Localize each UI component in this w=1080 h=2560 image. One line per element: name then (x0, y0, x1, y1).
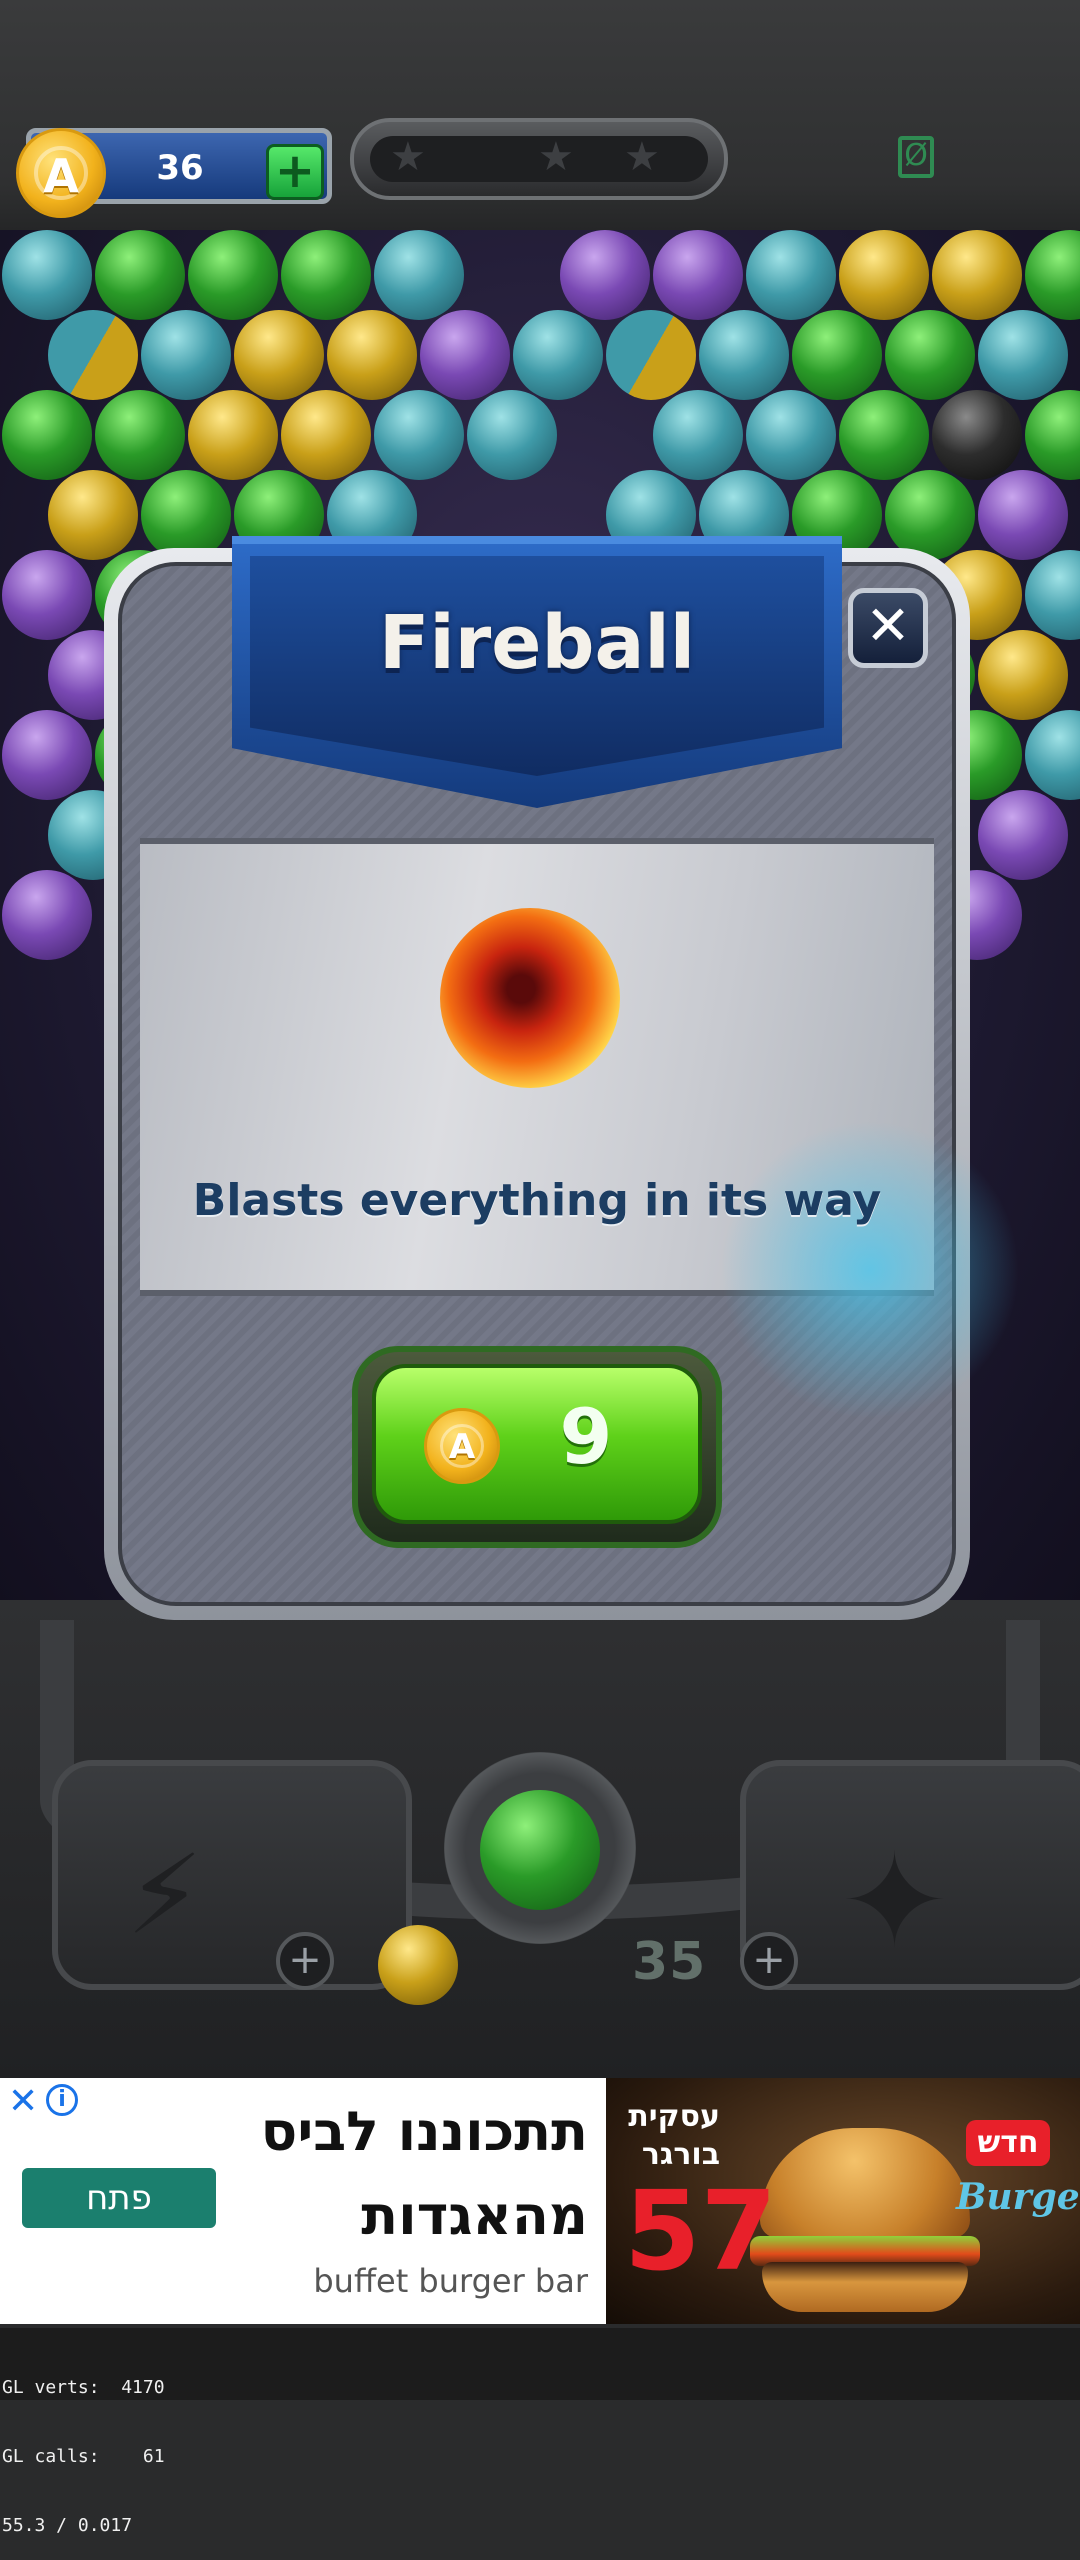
coin-glyph: A (34, 146, 88, 202)
bubble (234, 310, 324, 400)
buy-price: 9 (559, 1392, 613, 1481)
bubble (885, 470, 975, 560)
bubble (95, 390, 185, 480)
bubble (932, 230, 1022, 320)
bubble (978, 470, 1068, 560)
bubble (1025, 710, 1080, 800)
bubble (2, 710, 92, 800)
left-booster-pad[interactable] (52, 1760, 412, 1990)
bubble (513, 310, 603, 400)
buy-fireball-button[interactable] (372, 1364, 702, 1524)
ad-advertiser: buffet burger bar (313, 2262, 588, 2300)
bubble (978, 790, 1068, 880)
bubble (374, 390, 464, 480)
bubble (141, 470, 231, 560)
glow-effect (720, 1120, 1020, 1420)
bubble (1025, 230, 1080, 320)
bubble (560, 230, 650, 320)
debug-stats: GL verts: 4170 GL calls: 61 55.3 / 0.017 (2, 2330, 165, 2560)
shots-left-count: 35 (632, 1932, 707, 1992)
price-coin-icon: A (424, 1408, 500, 1484)
add-coins-button[interactable]: + (266, 144, 324, 200)
bubble (978, 310, 1068, 400)
ad-close-icon[interactable]: ✕ (8, 2084, 38, 2120)
bubble (95, 230, 185, 320)
bubble (2, 230, 92, 320)
shooter-bubble[interactable] (480, 1790, 600, 1910)
bubble (653, 230, 743, 320)
bubble (2, 550, 92, 640)
modal-description: Blasts everything in its way (192, 1175, 882, 1226)
ad-image-caption: עסקית בורגר (620, 2098, 720, 2174)
debug-gl-calls: GL calls: 61 (2, 2446, 165, 2467)
ad-headline: תתכוננו לביס מהאגדות (160, 2090, 588, 2258)
bubble (188, 230, 278, 320)
bubble (932, 390, 1022, 480)
lightning-icon: ⚡ (126, 1831, 204, 1959)
burger-bun-bottom (762, 2262, 968, 2312)
coin-icon: A (16, 128, 106, 218)
pause-button[interactable]: Ø (898, 136, 934, 178)
ad-image-brand-logo: Burger (956, 2176, 1080, 2218)
bubble (2, 390, 92, 480)
bubble (1025, 550, 1080, 640)
bubble (48, 470, 138, 560)
bubble (374, 230, 464, 320)
ad-headline-line2: מהאגדות (361, 2184, 588, 2247)
bubble (746, 230, 836, 320)
next-bubble[interactable] (378, 1925, 458, 2005)
debug-fps: 55.3 / 0.017 (2, 2515, 133, 2536)
coin-count: 36 (156, 148, 204, 188)
bubble (699, 310, 789, 400)
bubble (281, 230, 371, 320)
sparkle-icon: ✦ (840, 1825, 949, 1977)
bubble (885, 310, 975, 400)
bubble (839, 230, 929, 320)
ad-image-price: 57 (624, 2167, 778, 2295)
bubble (792, 310, 882, 400)
add-booster-right-button[interactable]: + (740, 1932, 798, 1990)
bubble (467, 390, 557, 480)
bubble (48, 310, 138, 400)
bubble (420, 310, 510, 400)
bubble (327, 310, 417, 400)
bubble (141, 310, 231, 400)
star-icon-2: ★ (538, 134, 574, 180)
bubble (746, 390, 836, 480)
bubble (606, 310, 696, 400)
bubble (188, 390, 278, 480)
star-icon-3: ★ (624, 134, 660, 180)
debug-gl-verts: GL verts: 4170 (2, 2377, 165, 2398)
ad-image-caption-line1: עסקית (628, 2099, 720, 2134)
ad-headline-line1: תתכוננו לביס (260, 2100, 588, 2163)
add-booster-left-button[interactable]: + (276, 1932, 334, 1990)
price-coin-glyph: A (440, 1424, 484, 1468)
modal-title: Fireball (378, 600, 696, 686)
bubble (839, 390, 929, 480)
bubble (653, 390, 743, 480)
fireball-icon (440, 908, 620, 1088)
bubble (2, 870, 92, 960)
bubble (1025, 390, 1080, 480)
bubble (978, 630, 1068, 720)
ad-open-button[interactable]: פתח (22, 2168, 216, 2228)
ad-info-icon[interactable]: i (46, 2084, 78, 2116)
bubble (281, 390, 371, 480)
star-icon-1: ★ (390, 134, 426, 180)
close-button[interactable]: ✕ (848, 588, 928, 668)
ad-image-new-badge: חדש (966, 2120, 1050, 2166)
